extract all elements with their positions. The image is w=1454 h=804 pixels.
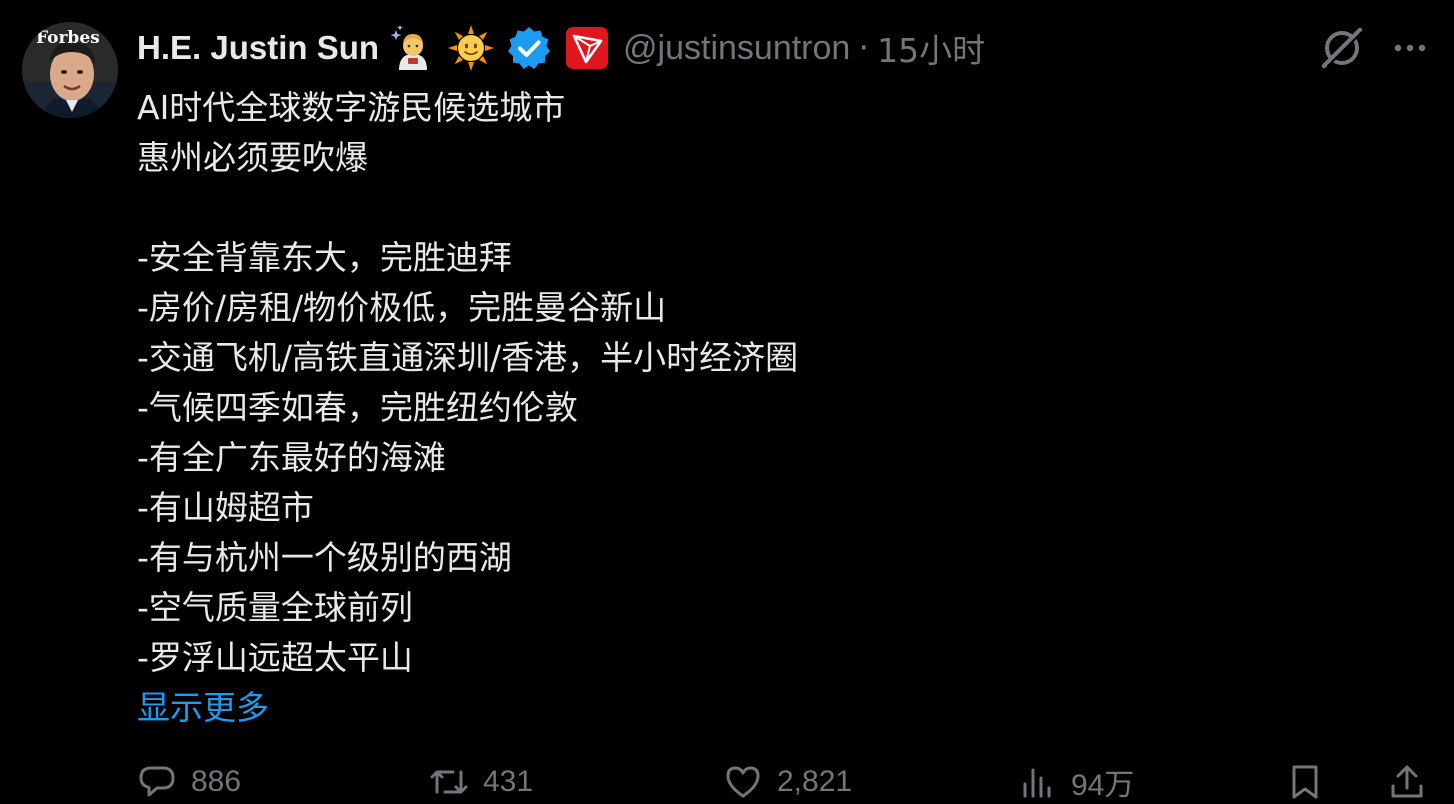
tweet-text-line: AI时代全球数字游民候选城市 (137, 88, 566, 127)
like-button[interactable]: 2,821 (723, 762, 852, 802)
reply-button[interactable]: 886 (137, 762, 241, 802)
astronaut-emoji-icon (389, 24, 437, 72)
sun-emoji-icon (447, 24, 495, 72)
tweet-text-line: -有与杭州一个级别的西湖 (137, 538, 512, 577)
views-count: 94万 (1071, 769, 1135, 802)
like-icon (723, 762, 763, 802)
more-icon[interactable] (1386, 24, 1434, 72)
avatar[interactable]: Forbes (22, 22, 118, 118)
show-more-link[interactable]: 显示更多 (137, 683, 1387, 733)
bookmark-button[interactable] (1285, 762, 1325, 802)
tweet-text-line: -空气质量全球前列 (137, 588, 413, 627)
verified-badge-icon[interactable] (505, 24, 553, 72)
like-count: 2,821 (777, 765, 853, 798)
tweet-text-line: 惠州必须要吹爆 (137, 138, 368, 177)
tweet[interactable]: Forbes H.E. Justin Sun @justinsuntron · … (0, 0, 1454, 802)
display-name[interactable]: H.E. Justin Sun (137, 29, 379, 67)
tweet-text-line: -有山姆超市 (137, 488, 314, 527)
repost-button[interactable]: 431 (429, 762, 533, 802)
grok-icon[interactable] (1318, 24, 1366, 72)
repost-count: 431 (483, 765, 534, 798)
share-icon (1387, 762, 1427, 802)
tweet-text-line: -房价/房租/物价极低，完胜曼谷新山 (137, 288, 667, 327)
tweet-header: H.E. Justin Sun @justinsuntron · 15小时 (137, 24, 985, 72)
separator-dot: · (858, 28, 870, 68)
repost-icon (429, 762, 469, 802)
share-button[interactable] (1387, 762, 1427, 802)
tweet-text-line: -气候四季如春，完胜纽约伦敦 (137, 388, 578, 427)
tweet-timestamp[interactable]: 15小时 (877, 24, 985, 72)
bookmark-icon (1285, 762, 1325, 802)
reply-count: 886 (191, 765, 242, 798)
author-handle[interactable]: @justinsuntron (623, 29, 850, 68)
views-button[interactable]: 94万 (1017, 762, 1134, 802)
reply-icon (137, 762, 177, 802)
tweet-text-line: -交通飞机/高铁直通深圳/香港，半小时经济圈 (137, 338, 799, 377)
avatar-caption: Forbes (36, 28, 100, 48)
tweet-text-line: -安全背靠东大，完胜迪拜 (137, 238, 512, 277)
tweet-text: AI时代全球数字游民候选城市 惠州必须要吹爆 -安全背靠东大，完胜迪拜 -房价/… (137, 83, 1387, 733)
tweet-actions: 886 431 2,821 94万 (137, 762, 1437, 802)
tron-logo-icon (563, 24, 611, 72)
tweet-text-line: -罗浮山远超太平山 (137, 638, 413, 677)
views-icon (1017, 762, 1057, 802)
tweet-text-line: -有全广东最好的海滩 (137, 438, 446, 477)
